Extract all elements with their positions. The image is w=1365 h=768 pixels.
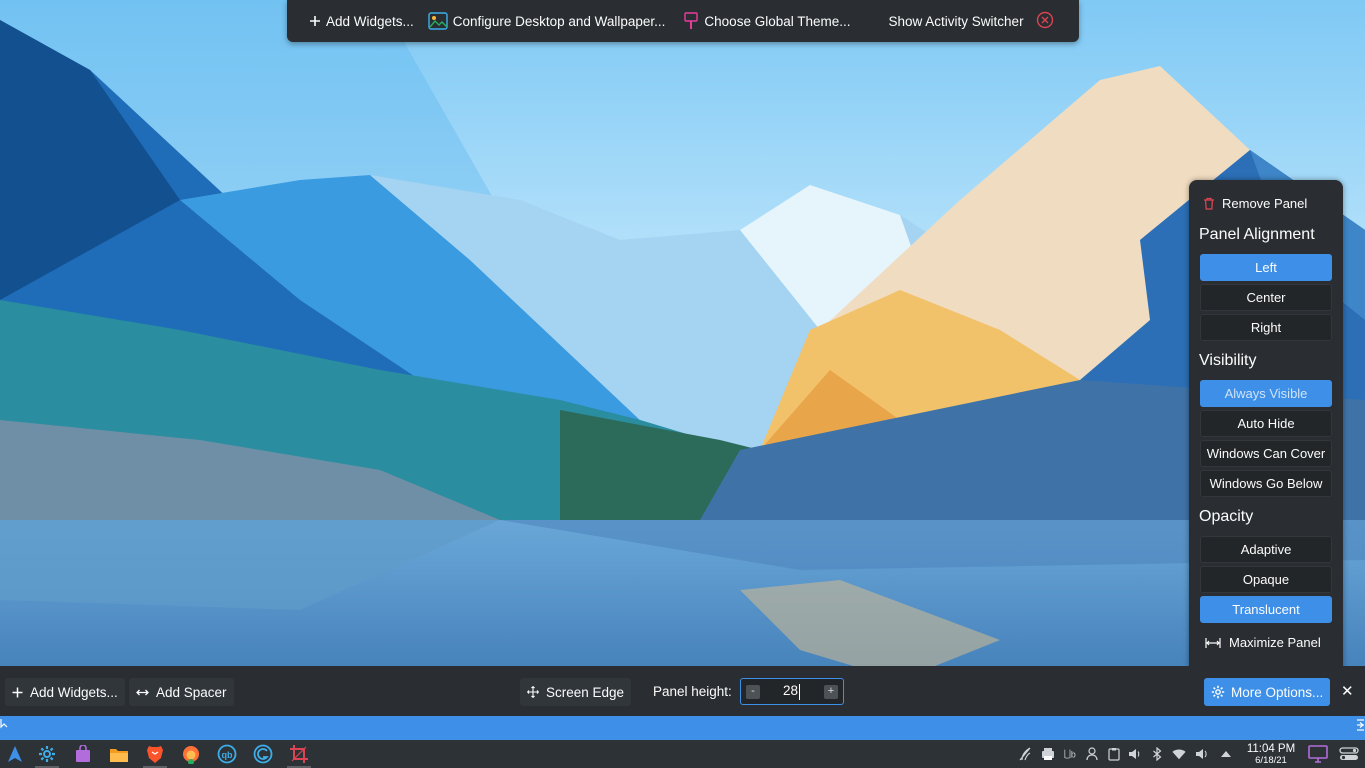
taskbar: qb b 11:04 PM 6/18/21 <box>0 740 1365 768</box>
wallpaper-icon <box>428 12 448 30</box>
brave-browser-icon[interactable] <box>144 743 166 765</box>
activity-switcher-label: Show Activity Switcher <box>888 13 1024 29</box>
add-widgets-label: Add Widgets... <box>326 13 414 29</box>
show-desktop-icon[interactable] <box>1307 743 1329 765</box>
firefox-icon[interactable] <box>180 743 202 765</box>
panel-height-spinbox[interactable]: - 28 + <box>740 678 844 705</box>
ruler-left-handle-icon[interactable] <box>0 718 8 736</box>
plasma-vault-icon[interactable] <box>1018 746 1032 762</box>
volume-icon[interactable] <box>1128 746 1142 762</box>
panel-add-widgets-button[interactable]: Add Widgets... <box>5 678 125 706</box>
gear-icon <box>1211 685 1225 699</box>
remove-panel-button[interactable]: Remove Panel <box>1203 194 1307 212</box>
clipboard-icon[interactable] <box>1107 746 1121 762</box>
media-volume-icon[interactable] <box>1195 746 1209 762</box>
opacity-opaque-button[interactable]: Opaque <box>1200 566 1332 593</box>
desktop-toolbar: Add Widgets... Configure Desktop and Wal… <box>287 0 1079 42</box>
panel-config-toolbar: Add Widgets... Add Spacer Screen Edge Pa… <box>0 666 1365 716</box>
screen-edge-label: Screen Edge <box>546 684 625 700</box>
wifi-icon[interactable] <box>1172 746 1186 762</box>
close-circle-icon <box>1036 11 1054 32</box>
visibility-always-visible-button[interactable]: Always Visible <box>1200 380 1332 407</box>
screenshot-crop-icon[interactable] <box>288 743 310 765</box>
configure-desktop-button[interactable]: Configure Desktop and Wallpaper... <box>422 6 672 36</box>
text-caret <box>799 684 800 700</box>
panel-height-label: Panel height: <box>653 684 732 699</box>
alignment-center-button[interactable]: Center <box>1200 284 1332 311</box>
increase-height-button[interactable]: + <box>824 685 838 699</box>
visibility-heading: Visibility <box>1199 352 1257 369</box>
panel-height-value: 28 <box>783 683 799 698</box>
desktop-wallpaper <box>0 0 1365 768</box>
visibility-windows-can-cover-button[interactable]: Windows Can Cover <box>1200 440 1332 467</box>
panel-toggle-icon[interactable] <box>1338 743 1360 765</box>
more-options-button[interactable]: More Options... <box>1204 678 1331 706</box>
horizontal-arrows-icon <box>136 688 149 697</box>
panel-alignment-heading: Panel Alignment <box>1199 226 1315 243</box>
user-switcher-icon[interactable] <box>1086 746 1100 762</box>
visibility-windows-go-below-button[interactable]: Windows Go Below <box>1200 470 1332 497</box>
choose-theme-label: Choose Global Theme... <box>704 13 851 29</box>
ruler-right-handle-icon[interactable] <box>1355 718 1365 737</box>
choose-global-theme-button[interactable]: Choose Global Theme... <box>677 6 856 36</box>
panel-size-ruler[interactable] <box>0 716 1365 740</box>
maximize-panel-label: Maximize Panel <box>1229 635 1321 650</box>
move-icon <box>527 686 539 698</box>
visibility-auto-hide-button[interactable]: Auto Hide <box>1200 410 1332 437</box>
application-launcher-icon[interactable] <box>4 743 26 765</box>
add-widgets-button[interactable]: Add Widgets... <box>303 6 420 36</box>
more-options-label: More Options... <box>1231 684 1324 700</box>
screen-edge-button[interactable]: Screen Edge <box>520 678 632 706</box>
panel-add-widgets-label: Add Widgets... <box>30 684 118 700</box>
maximize-panel-button[interactable]: Maximize Panel <box>1205 635 1321 650</box>
clock-time: 11:04 PM <box>1246 743 1296 755</box>
opacity-heading: Opacity <box>1199 508 1254 525</box>
alignment-left-button[interactable]: Left <box>1200 254 1332 281</box>
maximize-width-icon <box>1205 637 1221 649</box>
remove-panel-label: Remove Panel <box>1222 195 1308 211</box>
clock-date: 6/18/21 <box>1255 755 1287 766</box>
browser-g-icon[interactable] <box>252 743 274 765</box>
bluetooth-icon[interactable] <box>1150 746 1164 762</box>
bitwarden-icon[interactable]: b <box>1063 746 1077 762</box>
plus-icon <box>12 687 23 698</box>
close-panel-config-button[interactable]: ✕ <box>1341 682 1354 700</box>
svg-text:b: b <box>1071 750 1076 760</box>
opacity-adaptive-button[interactable]: Adaptive <box>1200 536 1332 563</box>
expand-tray-arrow-icon[interactable] <box>1219 746 1233 762</box>
paint-brush-icon <box>683 12 699 30</box>
alignment-right-button[interactable]: Right <box>1200 314 1332 341</box>
svg-text:qb: qb <box>222 750 233 760</box>
configure-desktop-label: Configure Desktop and Wallpaper... <box>452 13 666 29</box>
opacity-translucent-button[interactable]: Translucent <box>1200 596 1332 623</box>
decrease-height-button[interactable]: - <box>746 685 760 699</box>
add-spacer-button[interactable]: Add Spacer <box>129 678 234 706</box>
discover-store-icon[interactable] <box>72 743 94 765</box>
trash-icon <box>1203 197 1215 210</box>
panel-more-options-popup: Remove Panel Panel Alignment Left Center… <box>1189 180 1343 670</box>
show-activity-switcher-button[interactable]: Show Activity Switcher <box>883 6 1030 36</box>
digital-clock[interactable]: 11:04 PM 6/18/21 <box>1242 743 1300 766</box>
qbittorrent-icon[interactable]: qb <box>216 743 238 765</box>
close-toolbar-button[interactable] <box>1036 11 1054 32</box>
printer-icon[interactable] <box>1041 746 1055 762</box>
file-manager-icon[interactable] <box>108 743 130 765</box>
add-spacer-label: Add Spacer <box>156 684 227 700</box>
system-settings-icon[interactable] <box>36 743 58 765</box>
plus-icon <box>309 15 321 27</box>
